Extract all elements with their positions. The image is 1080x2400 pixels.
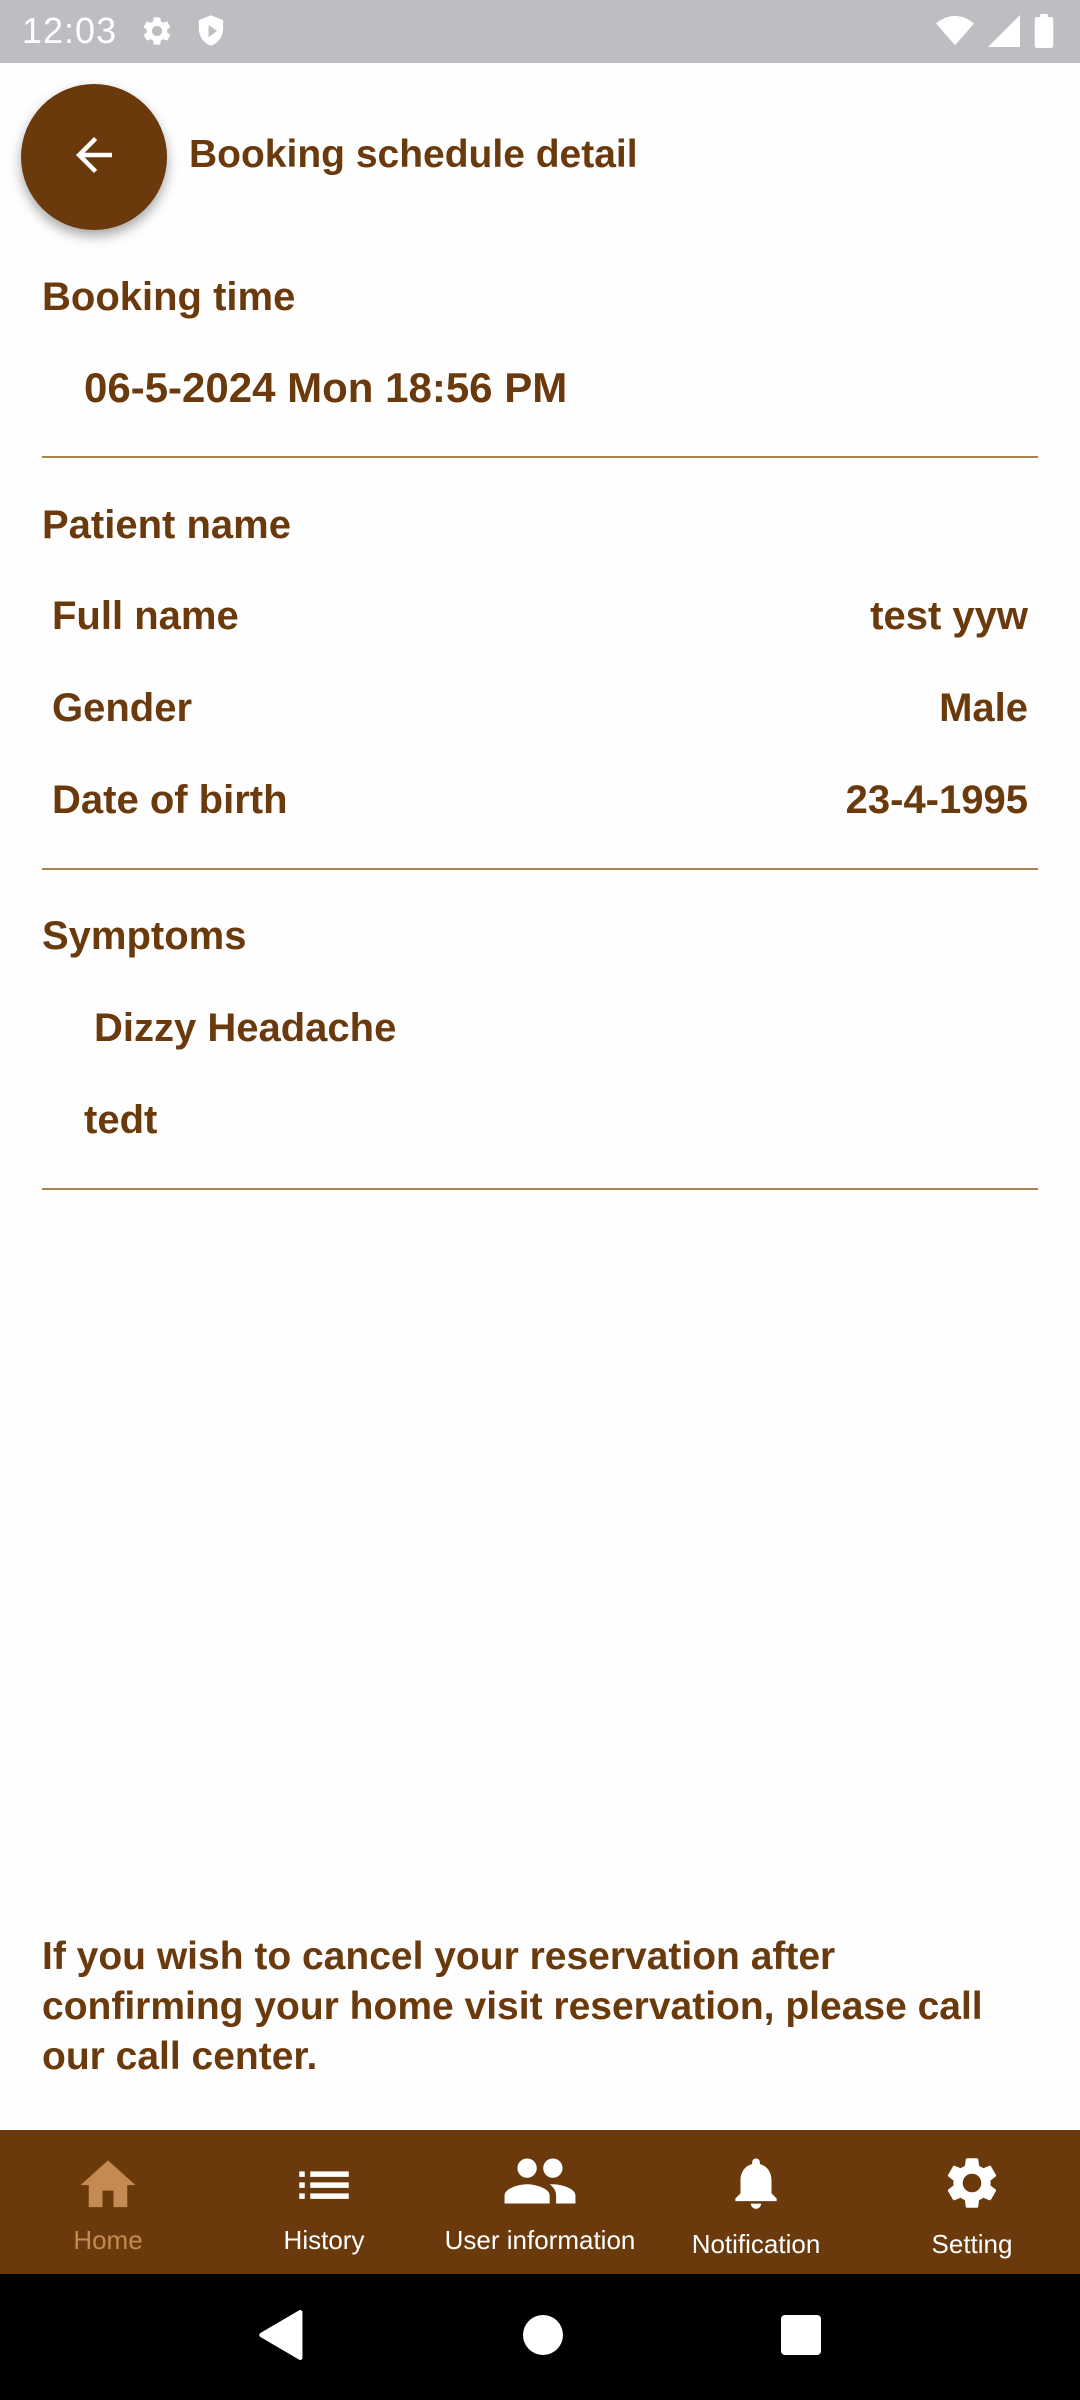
symptoms-title: Symptoms bbox=[42, 914, 247, 958]
divider bbox=[42, 1188, 1038, 1190]
status-time: 12:03 bbox=[22, 10, 118, 51]
nav-item-history[interactable]: History bbox=[216, 2130, 432, 2274]
full-name-label: Full name bbox=[52, 594, 239, 638]
nav-label-notification: Notification bbox=[691, 2229, 821, 2259]
signal-icon bbox=[988, 15, 1020, 47]
gender-value: Male bbox=[939, 686, 1028, 730]
battery-icon bbox=[1034, 14, 1054, 48]
arrow-left-icon bbox=[67, 128, 121, 187]
divider bbox=[42, 456, 1038, 458]
system-nav-bar bbox=[0, 2274, 1080, 2400]
recents-square-icon[interactable] bbox=[781, 2314, 821, 2360]
bottom-nav: Home History User information Notificati… bbox=[0, 2130, 1080, 2274]
nav-item-setting[interactable]: Setting bbox=[864, 2130, 1080, 2274]
home-circle-icon[interactable] bbox=[523, 2314, 563, 2360]
home-icon bbox=[75, 2152, 141, 2215]
shield-icon bbox=[196, 14, 226, 48]
nav-label-user-information: User information bbox=[444, 2225, 636, 2255]
status-right-icons bbox=[936, 14, 1054, 48]
list-icon bbox=[291, 2152, 357, 2215]
booking-time-title: Booking time bbox=[42, 275, 296, 319]
bell-icon bbox=[723, 2152, 789, 2219]
nav-item-home[interactable]: Home bbox=[0, 2130, 216, 2274]
date-of-birth-value: 23-4-1995 bbox=[845, 778, 1028, 822]
nav-label-setting: Setting bbox=[931, 2229, 1013, 2259]
booking-time-value: 06-5-2024 Mon 18:56 PM bbox=[84, 364, 568, 411]
page-title: Booking schedule detail bbox=[189, 133, 638, 176]
status-bar: 12:03 bbox=[0, 0, 1080, 63]
patient-section-title: Patient name bbox=[42, 503, 291, 547]
back-triangle-icon[interactable] bbox=[259, 2309, 305, 2365]
divider bbox=[42, 868, 1038, 870]
symptoms-note: tedt bbox=[84, 1098, 158, 1142]
nav-label-history: History bbox=[283, 2225, 365, 2255]
full-name-value: test yyw bbox=[870, 594, 1028, 638]
nav-item-notification[interactable]: Notification bbox=[648, 2130, 864, 2274]
cancel-notice: If you wish to cancel your reservation a… bbox=[42, 1935, 983, 2078]
gear-icon bbox=[140, 14, 174, 48]
gear-icon bbox=[939, 2152, 1005, 2219]
gender-label: Gender bbox=[52, 686, 193, 730]
wifi-icon bbox=[936, 15, 974, 47]
back-button[interactable] bbox=[21, 84, 167, 230]
people-icon bbox=[501, 2152, 579, 2215]
nav-label-home: Home bbox=[73, 2225, 143, 2255]
symptoms-selected: Dizzy Headache bbox=[94, 1006, 397, 1050]
status-left-icons bbox=[140, 14, 226, 48]
date-of-birth-label: Date of birth bbox=[52, 778, 288, 822]
nav-item-user-information[interactable]: User information bbox=[432, 2130, 648, 2274]
screen: 12:03 Booking schedule detail Booking ti… bbox=[0, 0, 1080, 2400]
